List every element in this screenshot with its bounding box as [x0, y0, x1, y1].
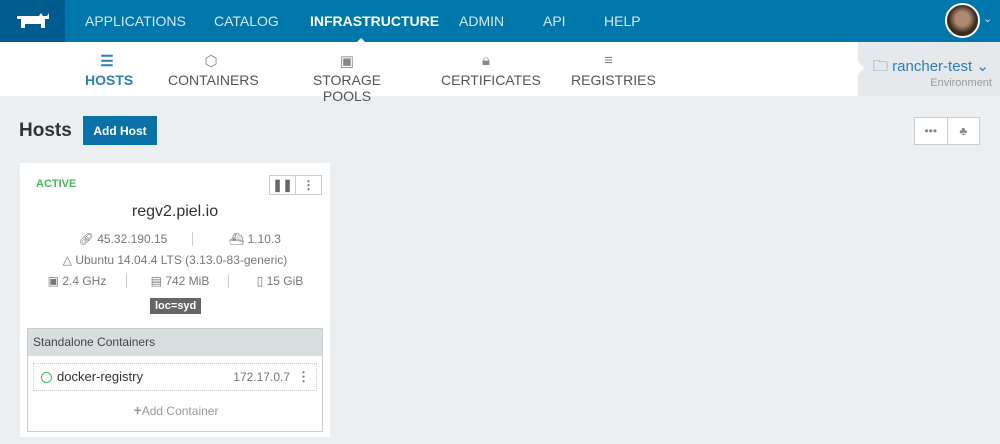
- tab-label: REGISTRIES: [571, 72, 656, 88]
- divider: [126, 274, 127, 288]
- link-icon: 🔗︎: [78, 232, 94, 246]
- add-host-button[interactable]: Add Host: [83, 116, 157, 145]
- host-ip-text: 45.32.190.15: [97, 232, 168, 246]
- host-os: △ Ubuntu 14.04.4 LTS (3.13.0-83-generic): [20, 253, 330, 267]
- cpu-icon: ▣: [47, 274, 59, 288]
- chevron-down-icon: ⌄: [976, 58, 989, 75]
- host-memory-text: 742 MiB: [165, 274, 210, 288]
- nav-applications[interactable]: APPLICATIONS: [85, 0, 186, 42]
- cube-icon: ⬡: [204, 53, 218, 70]
- certificate-icon: 🔒︎: [482, 52, 490, 69]
- tab-label: STORAGE POOLS: [312, 72, 382, 104]
- add-container-label: Add Container: [141, 404, 219, 418]
- chevron-down-icon[interactable]: ⌄: [983, 12, 992, 25]
- disk-icon: ▣: [339, 53, 355, 70]
- tab-label: HOSTS: [85, 72, 134, 88]
- environment-name-text: rancher-test: [892, 58, 973, 75]
- pause-icon[interactable]: ❚❚: [270, 176, 295, 194]
- disk-icon: ▯: [256, 274, 264, 288]
- nav-infrastructure[interactable]: INFRASTRUCTURE: [310, 0, 439, 42]
- plus-icon: +: [133, 402, 142, 418]
- host-cpu: ▣ 2.4 GHz: [42, 274, 112, 288]
- cow-icon: [16, 13, 49, 28]
- host-memory: ▤ 742 MiB: [140, 274, 220, 288]
- hosts-icon: ☰: [100, 53, 114, 70]
- panel-header: Standalone Containers: [28, 329, 322, 356]
- host-card: ACTIVE ❚❚ ⋮ regv2.piel.io 🔗︎ 45.32.190.1…: [20, 163, 330, 437]
- standalone-containers-panel: Standalone Containers docker-registry 17…: [27, 328, 323, 432]
- environment-label: Environment: [930, 77, 992, 89]
- user-avatar[interactable]: [945, 3, 980, 38]
- host-os-text: Ubuntu 14.04.4 LTS (3.13.0-83-generic): [75, 253, 288, 267]
- docker-version: ⛴︎ 1.10.3: [220, 232, 290, 246]
- container-name[interactable]: docker-registry: [57, 364, 143, 390]
- tab-registries[interactable]: ≡ REGISTRIES: [571, 42, 656, 96]
- nav-admin[interactable]: ADMIN: [459, 0, 504, 42]
- tab-storage-pools[interactable]: ▣ STORAGE POOLS: [293, 42, 401, 104]
- host-cpu-text: 2.4 GHz: [62, 274, 107, 288]
- host-storage: ▯ 15 GiB: [245, 274, 315, 288]
- host-storage-text: 15 GiB: [266, 274, 304, 288]
- tab-label: CERTIFICATES: [441, 72, 541, 88]
- host-ip: 🔗︎ 45.32.190.15: [68, 232, 178, 246]
- tab-containers[interactable]: ⬡ CONTAINERS: [168, 42, 259, 96]
- more-options-button[interactable]: •••: [915, 118, 947, 144]
- host-actions: ❚❚ ⋮: [269, 175, 322, 195]
- rancher-logo[interactable]: [0, 0, 65, 42]
- docker-icon: ⛴︎: [229, 232, 245, 246]
- kebab-menu-icon[interactable]: ⋮: [295, 176, 321, 194]
- tab-hosts[interactable]: ☰ HOSTS: [85, 42, 133, 96]
- container-row[interactable]: docker-registry 172.17.0.7 ⋮: [33, 363, 317, 391]
- tab-certificates[interactable]: 🔒︎ CERTIFICATES: [441, 42, 541, 96]
- status-badge: ACTIVE: [36, 178, 77, 190]
- database-icon: ≡: [604, 52, 613, 69]
- kebab-menu-icon[interactable]: ⋮: [297, 364, 310, 390]
- nav-api[interactable]: API: [543, 0, 566, 42]
- memory-icon: ▤: [150, 274, 162, 288]
- status-circle-icon: [41, 372, 52, 383]
- divider: [228, 274, 229, 288]
- cluster-icon[interactable]: ♣: [946, 118, 980, 144]
- divider: [192, 232, 193, 246]
- environment-switcher[interactable]: 🗀︎ rancher-test ⌄ Environment: [858, 42, 1000, 96]
- nav-help[interactable]: HELP: [604, 0, 641, 42]
- linux-icon: △: [62, 253, 72, 267]
- page-title: Hosts: [19, 120, 72, 141]
- tab-label: CONTAINERS: [168, 72, 259, 88]
- nav-catalog[interactable]: CATALOG: [214, 0, 279, 42]
- container-ip: 172.17.0.7: [233, 370, 290, 384]
- docker-version-text: 1.10.3: [247, 232, 281, 246]
- host-name: regv2.piel.io: [131, 203, 219, 220]
- host-label-tag: loc=syd: [150, 298, 202, 314]
- view-toggle-group: ••• ♣: [914, 117, 980, 145]
- add-container-button[interactable]: +Add Container: [28, 402, 324, 418]
- folder-icon: 🗀︎: [873, 58, 893, 75]
